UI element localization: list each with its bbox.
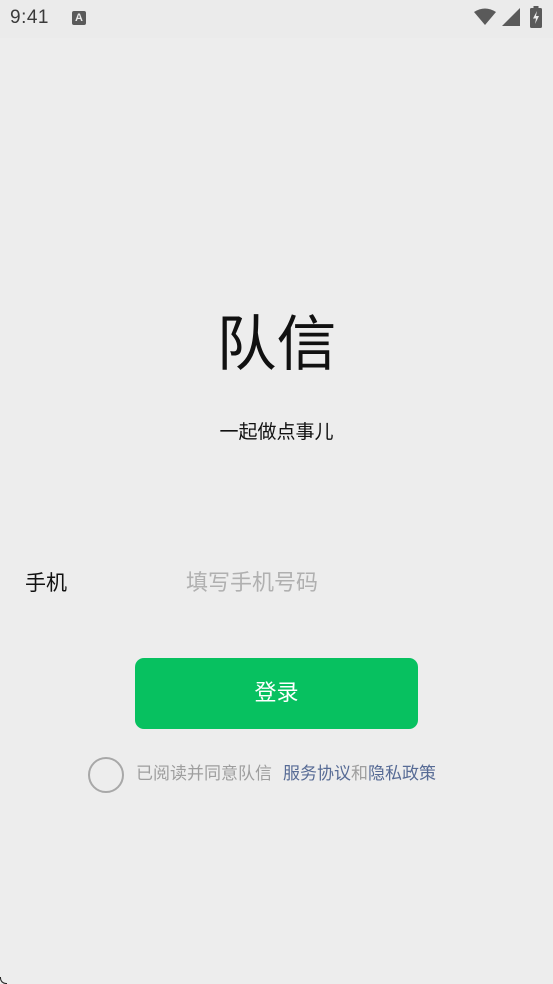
status-time: 9:41 <box>10 7 49 28</box>
phone-input[interactable] <box>184 562 526 604</box>
service-agreement-link[interactable]: 服务协议 <box>283 764 351 784</box>
privacy-policy-link[interactable]: 隐私政策 <box>368 764 436 784</box>
battery-charging-icon <box>530 6 542 28</box>
agree-checkbox[interactable] <box>88 757 124 793</box>
app-slogan: 一起做点事儿 <box>219 421 334 443</box>
agreement-prefix: 已阅读并同意队信 <box>136 764 272 784</box>
screen-corner <box>0 977 7 984</box>
status-bar: 9:41 A <box>0 0 553 38</box>
login-button[interactable]: 登录 <box>135 658 418 729</box>
signal-icon <box>502 8 520 26</box>
notification-a-icon: A <box>72 11 86 25</box>
phone-label: 手机 <box>25 571 67 595</box>
agreement-conjunction: 和 <box>351 764 368 784</box>
app-title: 队信 <box>216 310 337 380</box>
notification-a-letter: A <box>75 12 83 24</box>
wifi-icon <box>474 8 496 25</box>
agreement-text: 已阅读并同意队信 服务协议和隐私政策 <box>136 760 436 788</box>
